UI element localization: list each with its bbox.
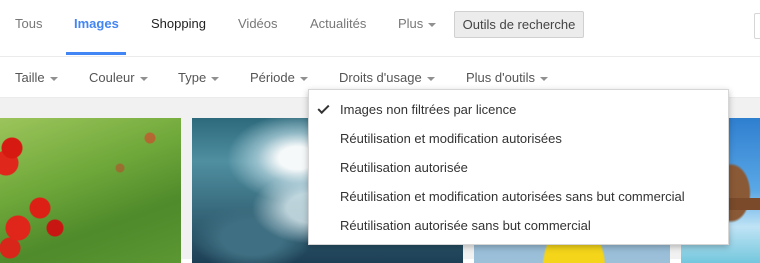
tab-tous[interactable]: Tous [15, 16, 42, 31]
usage-option-reuse-modify-noncommercial[interactable]: Réutilisation et modification autorisées… [309, 182, 728, 211]
usage-option-label: Réutilisation autorisée sans but commerc… [340, 218, 591, 233]
usage-option-label: Réutilisation et modification autorisées… [340, 189, 685, 204]
tab-plus-label: Plus [398, 16, 424, 31]
usage-option-label: Réutilisation et modification autorisées [340, 131, 562, 146]
chevron-down-icon [211, 76, 220, 81]
settings-button-partial[interactable] [754, 13, 760, 39]
chevron-down-icon [539, 76, 548, 81]
tab-shopping[interactable]: Shopping [151, 16, 206, 31]
usage-option-reuse-noncommercial[interactable]: Réutilisation autorisée sans but commerc… [309, 211, 728, 240]
tool-size[interactable]: Taille [15, 70, 58, 85]
tool-usage-rights[interactable]: Droits d'usage [339, 70, 435, 85]
active-tab-indicator [66, 52, 126, 55]
tool-type-label: Type [178, 70, 207, 85]
tool-size-label: Taille [15, 70, 45, 85]
usage-option-label: Images non filtrées par licence [340, 102, 517, 117]
usage-option-reuse-modify[interactable]: Réutilisation et modification autorisées [309, 124, 728, 153]
tool-usage-rights-label: Droits d'usage [339, 70, 422, 85]
usage-rights-dropdown: Images non filtrées par licence Réutilis… [308, 89, 729, 245]
chevron-down-icon [139, 76, 148, 81]
tab-actualites[interactable]: Actualités [310, 16, 366, 31]
tool-type[interactable]: Type [178, 70, 220, 85]
chevron-down-icon [426, 76, 435, 81]
result-thumbnail-poppies[interactable] [0, 118, 181, 263]
tool-more-tools-label: Plus d'outils [466, 70, 535, 85]
usage-option-reuse[interactable]: Réutilisation autorisée [309, 153, 728, 182]
search-tools-button[interactable]: Outils de recherche [454, 11, 584, 38]
top-navigation: Tous Images Shopping Vidéos Actualités P… [0, 0, 760, 57]
tool-period-label: Période [250, 70, 295, 85]
chevron-down-icon [49, 76, 58, 81]
tool-more-tools[interactable]: Plus d'outils [466, 70, 548, 85]
chevron-down-icon [299, 76, 308, 81]
search-tools-label: Outils de recherche [462, 17, 576, 32]
usage-option-unfiltered[interactable]: Images non filtrées par licence [309, 95, 728, 124]
chevron-down-icon [428, 22, 437, 27]
usage-option-label: Réutilisation autorisée [340, 160, 468, 175]
tool-period[interactable]: Période [250, 70, 308, 85]
tool-color-label: Couleur [89, 70, 135, 85]
tab-videos[interactable]: Vidéos [238, 16, 278, 31]
tool-color[interactable]: Couleur [89, 70, 148, 85]
tab-images[interactable]: Images [74, 16, 119, 31]
checkmark-icon [317, 101, 330, 115]
tab-plus[interactable]: Plus [398, 16, 437, 31]
